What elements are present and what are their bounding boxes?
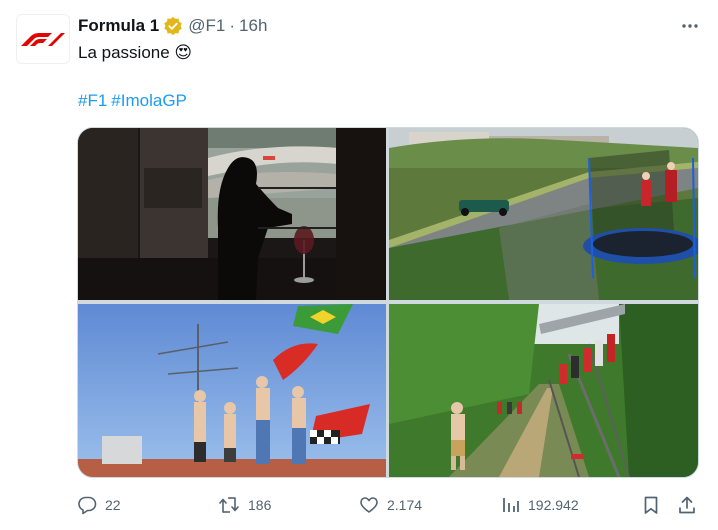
avatar[interactable] xyxy=(16,14,70,64)
bookmark-icon xyxy=(644,496,658,514)
repost-icon xyxy=(219,497,239,513)
share-button[interactable] xyxy=(677,492,705,518)
reply-count: 22 xyxy=(105,497,121,513)
separator-dot: · xyxy=(229,16,236,35)
views-button[interactable]: 192.942 xyxy=(500,492,579,518)
tweet-header: Formula 1 @F1 · 16h xyxy=(78,14,267,38)
reply-icon xyxy=(78,496,97,515)
hashtag-f1[interactable]: #F1 xyxy=(78,91,107,110)
author-name[interactable]: Formula 1 xyxy=(78,16,159,36)
like-count: 2.174 xyxy=(387,497,423,513)
like-button[interactable]: 2.174 xyxy=(359,492,422,518)
action-bar: 22 186 2.174 192.942 xyxy=(77,492,697,518)
tweet-text: La passione 😍 xyxy=(78,42,192,64)
photo-window-silhouette[interactable] xyxy=(78,128,386,300)
more-icon xyxy=(682,24,698,28)
views-count: 192.942 xyxy=(528,497,579,513)
tweet[interactable]: Formula 1 @F1 · 16h La passione 😍 #F1 #Im… xyxy=(0,0,718,530)
like-icon xyxy=(360,497,378,513)
more-button[interactable] xyxy=(678,14,702,38)
heart-eyes-emoji: 😍 xyxy=(174,43,193,62)
f1-logo-icon xyxy=(21,33,65,46)
hashtag-imolagp[interactable]: #ImolaGP xyxy=(111,91,187,110)
photo-fence-fans[interactable] xyxy=(389,304,698,477)
author-handle[interactable]: @F1 xyxy=(188,16,225,36)
views-icon xyxy=(503,498,519,512)
share-icon xyxy=(679,496,695,514)
bookmark-button[interactable] xyxy=(641,492,669,518)
photo-trampoline-fans[interactable] xyxy=(389,128,698,300)
tweet-time[interactable]: 16h xyxy=(239,16,267,36)
repost-button[interactable]: 186 xyxy=(218,492,271,518)
reply-button[interactable]: 22 xyxy=(77,492,121,518)
verified-badge-icon xyxy=(163,16,183,36)
repost-count: 186 xyxy=(248,497,272,513)
media-grid xyxy=(77,127,699,478)
hashtags: #F1 #ImolaGP xyxy=(78,91,191,111)
photo-rooftop-fans[interactable] xyxy=(78,304,386,477)
tweet-body: La passione xyxy=(78,43,170,62)
